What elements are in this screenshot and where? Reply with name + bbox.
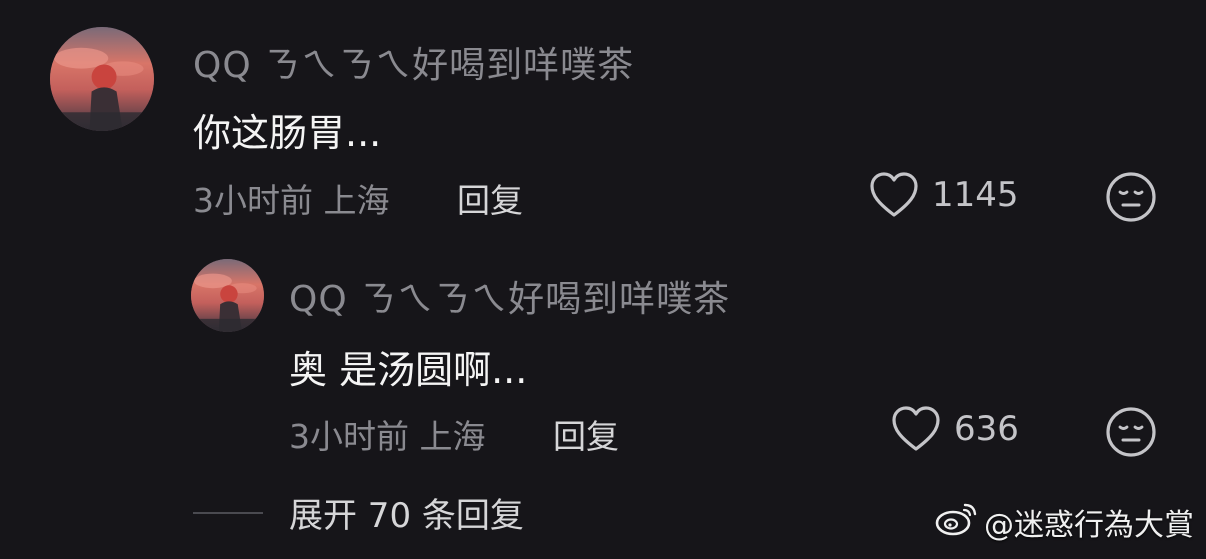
expand-replies-label: 展开 70 条回复 [289,496,524,536]
expand-replies-button[interactable]: 展开 70 条回复 [193,488,524,537]
watermark: @迷惑行為大賞 [934,499,1194,545]
username[interactable]: QQ ㄋㄟㄋㄟ好喝到咩噗茶 [193,36,634,88]
heart-outline-icon [868,170,920,220]
expressionless-face-icon [1105,171,1157,223]
reply-username[interactable]: QQ ㄋㄟㄋㄟ好喝到咩噗茶 [289,270,730,322]
comment-text: 你这肠胃... [193,111,382,155]
emoji-reaction-button[interactable] [1105,171,1157,223]
emoji-reaction-button[interactable] [1105,406,1157,458]
reply-button[interactable]: 回复 [553,410,619,458]
heart-outline-icon [890,404,942,454]
avatar[interactable] [50,27,154,131]
comment-meta: 3小时前 上海 [193,181,390,220]
watermark-text: @迷惑行為大賞 [984,508,1194,543]
reply-text: 奥 是汤圆啊... [289,348,528,392]
weibo-logo-icon [934,499,984,545]
avatar-image [50,27,154,131]
expressionless-face-icon [1105,406,1157,458]
avatar-image [191,259,264,332]
reply-like-button[interactable]: 636 [890,404,1019,454]
reply-button[interactable]: 回复 [457,174,523,222]
like-button[interactable]: 1145 [868,170,1019,220]
reply-meta: 3小时前 上海 [289,417,486,456]
divider [193,511,263,514]
like-count: 636 [954,409,1019,449]
reply-avatar[interactable] [191,259,264,332]
like-count: 1145 [932,175,1019,215]
